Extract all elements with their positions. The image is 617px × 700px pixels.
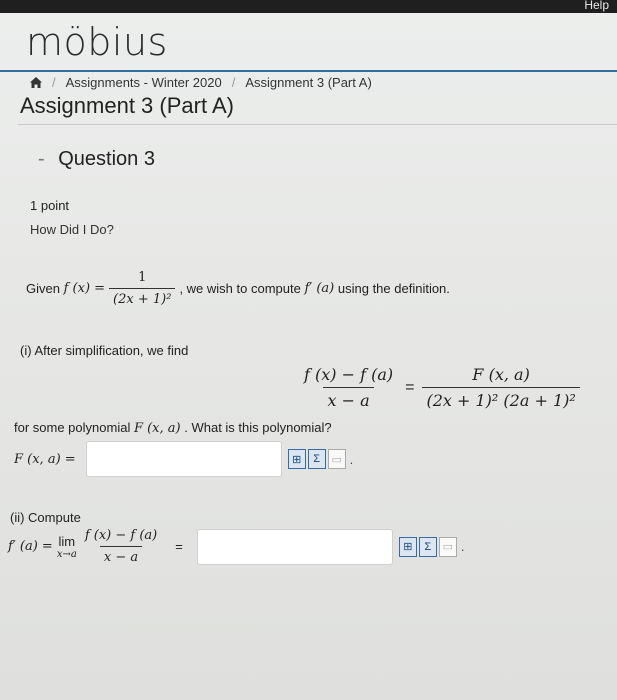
limit-answer-input[interactable]: [196, 528, 393, 565]
lim-subscript: x→a: [56, 548, 77, 560]
dq-numerator: f (x) − f (a): [304, 365, 394, 384]
F-answer-input[interactable]: [85, 441, 282, 477]
fprime-symbol: f′ (a): [304, 281, 335, 296]
F-answer-row: F (x, a) = ⊞ Σ ▭ .: [14, 441, 353, 477]
forsome-F: F (x, a): [133, 421, 181, 436]
part1-label: (i) After simplification, we find: [20, 343, 189, 358]
limit-lhs: f′ (a) =: [8, 539, 53, 554]
part2-label: (ii) Compute: [10, 510, 81, 525]
points-label: 1 point: [30, 198, 70, 213]
limit-operator: lim x→a: [57, 534, 77, 560]
collapse-dash[interactable]: -: [38, 148, 45, 170]
rhs-denominator: (2x + 1)² (2a + 1)²: [422, 387, 580, 410]
equals-sign: =: [405, 378, 415, 396]
lim-denominator: x − a: [99, 546, 143, 565]
forsome-prefix: for some polynomial: [14, 420, 131, 435]
breadcrumb-current[interactable]: Assignment 3 (Part A): [245, 75, 371, 90]
given-statement: Given f (x) = 1 (2x + 1)² , we wish to c…: [26, 270, 450, 307]
question-title-text: Question 3: [58, 148, 155, 170]
limit-equals: =: [175, 539, 183, 554]
given-denominator: (2x + 1)²: [109, 288, 176, 307]
forsome-suffix: . What is this polynomial?: [184, 420, 332, 435]
preview-icon[interactable]: ▭: [438, 536, 457, 557]
dq-denominator: x − a: [323, 387, 374, 410]
lim-numerator: f (x) − f (a): [84, 528, 158, 543]
given-numerator: 1: [138, 270, 147, 285]
title-divider: [18, 124, 617, 125]
given-end: using the definition.: [337, 281, 450, 296]
limit-answer-tools: ⊞ Σ ▭ .: [398, 536, 464, 557]
formula-icon[interactable]: Σ: [307, 449, 326, 469]
how-did-i-do-link[interactable]: How Did I Do?: [30, 222, 114, 237]
limit-fraction: f (x) − f (a) x − a: [81, 528, 161, 565]
home-icon[interactable]: [30, 77, 42, 88]
equation-editor-icon[interactable]: ⊞: [287, 449, 306, 469]
breadcrumb: / Assignments - Winter 2020 / Assignment…: [30, 75, 372, 90]
simplification-equation: f (x) − f (a) x − a = F (x, a) (2x + 1)²…: [300, 365, 580, 410]
given-prefix: Given: [26, 281, 60, 296]
lim-word: lim: [58, 533, 76, 549]
rhs-numerator: F (x, a): [472, 365, 530, 384]
rhs-fraction: F (x, a) (2x + 1)² (2a + 1)²: [422, 365, 580, 410]
limit-answer-row: f′ (a) = lim x→a f (x) − f (a) x − a = ⊞…: [8, 528, 464, 565]
formula-icon[interactable]: Σ: [418, 536, 437, 557]
breadcrumb-assignments[interactable]: Assignments - Winter 2020: [66, 75, 222, 90]
header-divider: [0, 70, 617, 72]
page-title: Assignment 3 (Part A): [20, 93, 234, 118]
given-suffix: , we wish to compute: [179, 281, 301, 296]
equation-editor-icon[interactable]: ⊞: [398, 536, 417, 557]
mobius-logo: möbius: [26, 20, 168, 64]
question-title: - Question 3: [38, 148, 155, 171]
difference-quotient: f (x) − f (a) x − a: [300, 365, 397, 410]
given-fraction: 1 (2x + 1)²: [109, 270, 176, 307]
polynomial-prompt: for some polynomial F (x, a) . What is t…: [14, 420, 332, 436]
F-label: F (x, a) =: [14, 451, 76, 467]
given-lhs: f (x) =: [63, 281, 106, 296]
F-answer-tools: ⊞ Σ ▭ .: [287, 449, 353, 469]
help-link[interactable]: Help: [584, 0, 609, 12]
top-bar: Help: [0, 0, 617, 13]
preview-icon[interactable]: ▭: [327, 449, 346, 469]
